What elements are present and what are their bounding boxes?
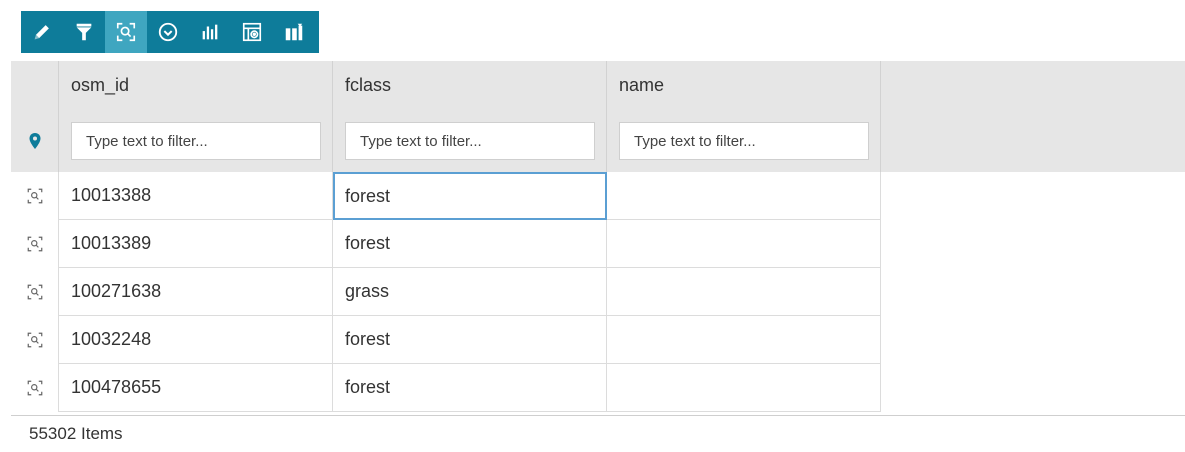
table-row[interactable]: 10032248 forest xyxy=(11,316,881,364)
download-button[interactable] xyxy=(147,11,189,53)
circle-download-icon xyxy=(158,22,178,42)
cell-fclass[interactable]: forest xyxy=(333,364,607,412)
cell-osm-id[interactable]: 100271638 xyxy=(59,268,333,316)
osm-id-filter-input[interactable] xyxy=(71,122,321,160)
filter-button[interactable] xyxy=(63,11,105,53)
name-filter-input[interactable] xyxy=(619,122,869,160)
table-row[interactable]: 10013388 forest xyxy=(11,172,881,220)
chart-button[interactable] xyxy=(189,11,231,53)
edit-button[interactable] xyxy=(21,11,63,53)
zoom-to-row-button[interactable] xyxy=(11,268,59,316)
zoom-to-feature-icon xyxy=(27,332,42,348)
table-options-button[interactable] xyxy=(231,11,273,53)
item-count-label: 55302 Items xyxy=(29,424,123,443)
toolbar xyxy=(21,11,319,53)
zoom-to-row-button[interactable] xyxy=(11,364,59,412)
cell-osm-id[interactable]: 10013389 xyxy=(59,220,333,268)
filter-cell-osm-id xyxy=(59,110,333,172)
bar-chart-icon xyxy=(202,24,218,40)
zoom-to-row-button[interactable] xyxy=(11,316,59,364)
cell-fclass-selected[interactable]: forest xyxy=(333,172,607,220)
cell-osm-id[interactable]: 100478655 xyxy=(59,364,333,412)
cell-name[interactable] xyxy=(607,172,881,220)
cell-osm-id[interactable]: 10032248 xyxy=(59,316,333,364)
cell-name[interactable] xyxy=(607,220,881,268)
zoom-to-row-button[interactable] xyxy=(11,172,59,220)
zoom-to-feature-icon xyxy=(27,284,42,300)
layout-icon xyxy=(285,23,303,41)
filter-row xyxy=(11,110,1185,172)
filter-cell-fclass xyxy=(333,110,607,172)
pencil-icon xyxy=(34,25,49,40)
table-row[interactable]: 10013389 forest xyxy=(11,220,881,268)
cell-name[interactable] xyxy=(607,268,881,316)
header-corner xyxy=(11,61,59,110)
filter-icon xyxy=(76,23,92,41)
fclass-filter-input[interactable] xyxy=(345,122,595,160)
map-pin-icon xyxy=(29,133,40,149)
header-row: osm_id fclass name xyxy=(11,61,1185,110)
cell-fclass[interactable]: forest xyxy=(333,316,607,364)
zoom-to-feature-icon xyxy=(27,236,42,252)
column-header-osm-id[interactable]: osm_id xyxy=(59,61,333,110)
zoom-to-feature-icon xyxy=(27,380,42,396)
layout-button[interactable] xyxy=(273,11,315,53)
column-header-fclass[interactable]: fclass xyxy=(333,61,607,110)
column-header-name[interactable]: name xyxy=(607,61,881,110)
filter-row-icon-cell xyxy=(11,110,59,172)
item-count-footer: 55302 Items xyxy=(11,415,1185,452)
attribute-table: osm_id fclass name 10013388 forest xyxy=(11,61,1185,415)
cell-fclass[interactable]: grass xyxy=(333,268,607,316)
cell-fclass[interactable]: forest xyxy=(333,220,607,268)
cell-name[interactable] xyxy=(607,316,881,364)
zoom-to-selection-button[interactable] xyxy=(105,11,147,53)
cell-osm-id[interactable]: 10013388 xyxy=(59,172,333,220)
table-row[interactable]: 100271638 grass xyxy=(11,268,881,316)
cell-name[interactable] xyxy=(607,364,881,412)
table-row[interactable]: 100478655 forest xyxy=(11,364,881,412)
table-options-icon xyxy=(242,22,262,42)
zoom-to-selection-icon xyxy=(116,22,136,42)
filter-cell-name xyxy=(607,110,881,172)
zoom-to-feature-icon xyxy=(27,188,42,204)
table-body: 10013388 forest 10013389 forest 10027163… xyxy=(11,172,881,412)
zoom-to-row-button[interactable] xyxy=(11,220,59,268)
